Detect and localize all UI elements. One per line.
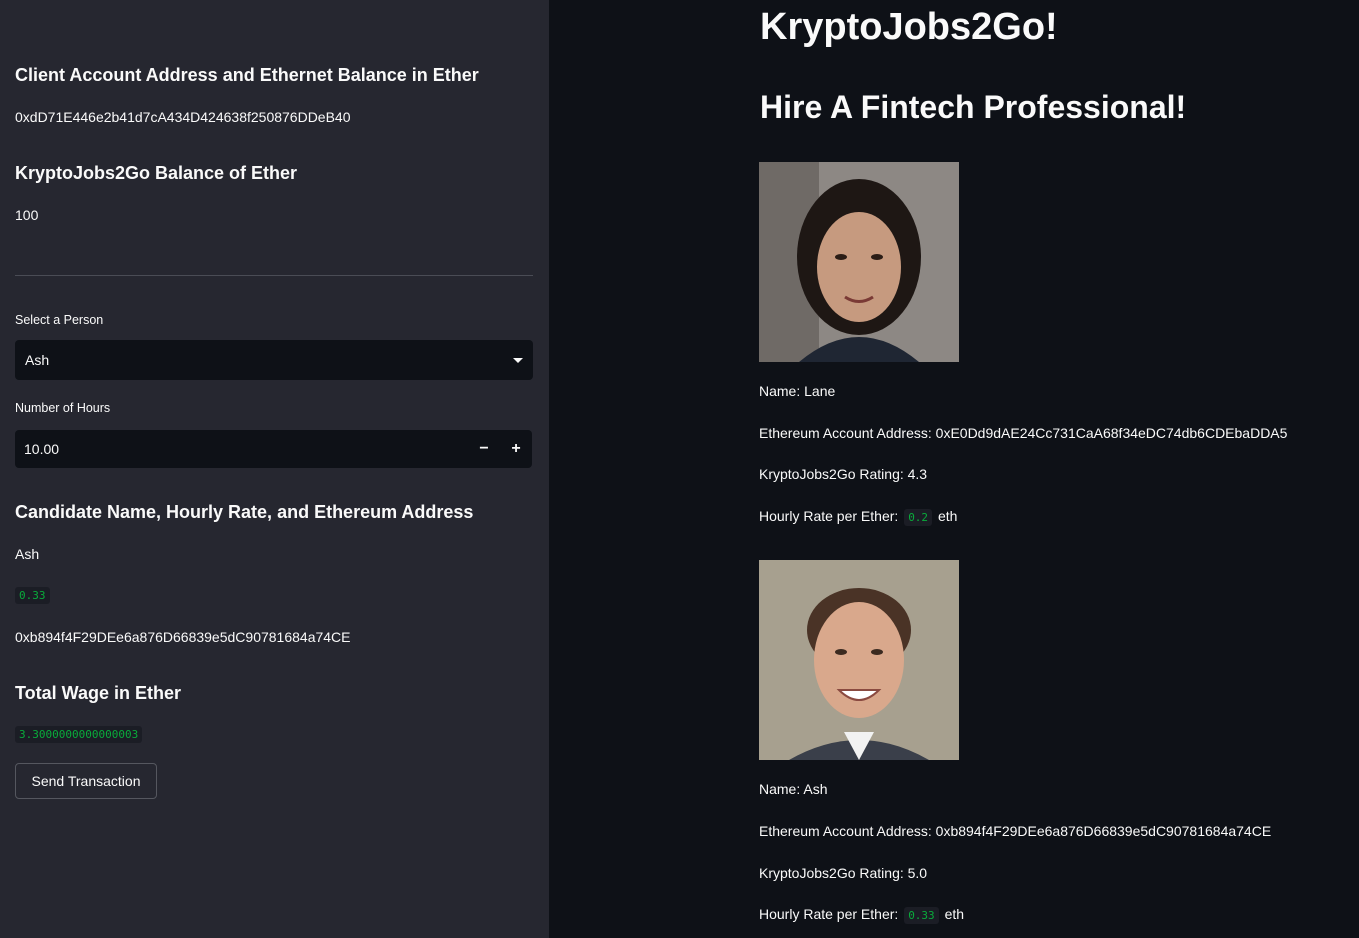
main-content: KryptoJobs2Go! Hire A Fintech Profession… <box>549 0 1359 938</box>
decrement-button[interactable]: − <box>468 430 500 468</box>
candidate-name-lane: Name: Lane <box>759 383 836 399</box>
select-person-value: Ash <box>25 352 50 368</box>
number-of-hours-label: Number of Hours <box>15 401 111 415</box>
send-transaction-button[interactable]: Send Transaction <box>15 763 157 799</box>
candidate-rating-ash: KryptoJobs2Go Rating: 5.0 <box>759 865 928 881</box>
balance-value: 100 <box>15 207 39 223</box>
page-subtitle: Hire A Fintech Professional! <box>760 89 1187 125</box>
candidate-rate-ash: Hourly Rate per Ether: 0.33 eth <box>759 906 965 924</box>
candidate-address: 0xb894f4F29DEe6a876D66839e5dC90781684a74… <box>15 629 351 645</box>
total-wage-heading: Total Wage in Ether <box>15 683 182 703</box>
client-account-heading: Client Account Address and Ethernet Bala… <box>15 65 479 85</box>
candidate-name: Ash <box>15 546 40 562</box>
candidate-photo-ash <box>759 560 959 760</box>
hours-stepper: − + <box>15 430 532 468</box>
candidate-photo-lane <box>759 162 959 362</box>
candidate-address-ash: Ethereum Account Address: 0xb894f4F29DEe… <box>759 823 1272 839</box>
app: Client Account Address and Ethernet Bala… <box>0 0 1359 938</box>
candidate-rate-lane: Hourly Rate per Ether: 0.2 eth <box>759 508 958 526</box>
candidate-rating-lane: KryptoJobs2Go Rating: 4.3 <box>759 466 928 482</box>
select-person-label: Select a Person <box>15 313 104 327</box>
rate-prefix: Hourly Rate per Ether: <box>759 906 899 922</box>
rate-value: 0.33 <box>904 907 939 924</box>
total-wage-value: 3.3000000000000003 <box>15 726 143 743</box>
balance-heading: KryptoJobs2Go Balance of Ether <box>15 163 298 183</box>
increment-button[interactable]: + <box>500 430 532 468</box>
candidate-heading: Candidate Name, Hourly Rate, and Ethereu… <box>15 502 474 522</box>
candidate-name-ash: Name: Ash <box>759 781 828 797</box>
chevron-down-icon <box>513 357 523 363</box>
select-person-dropdown[interactable]: Ash <box>15 340 533 380</box>
client-account-address: 0xdD71E446e2b41d7cA434D424638f250876DDeB… <box>15 109 351 125</box>
sidebar-divider <box>15 275 533 276</box>
rate-prefix: Hourly Rate per Ether: <box>759 508 899 524</box>
rate-suffix: eth <box>937 508 958 524</box>
candidate-address-lane: Ethereum Account Address: 0xE0Dd9dAE24Cc… <box>759 425 1288 441</box>
candidate-rate: 0.33 <box>15 587 50 604</box>
rate-suffix: eth <box>944 906 965 922</box>
page-title: KryptoJobs2Go! <box>760 6 1058 48</box>
rate-value: 0.2 <box>904 509 933 526</box>
hours-input[interactable] <box>15 430 468 468</box>
sidebar: Client Account Address and Ethernet Bala… <box>0 0 549 938</box>
